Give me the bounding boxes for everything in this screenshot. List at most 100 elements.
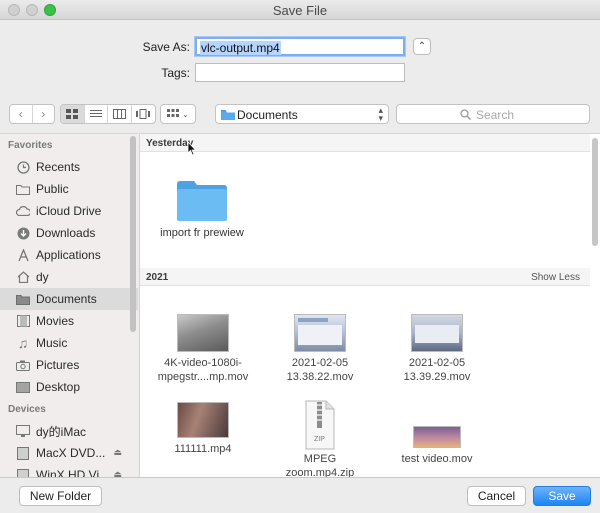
cloud-icon bbox=[16, 204, 30, 218]
sidebar-item-label: Movies bbox=[36, 314, 75, 328]
sidebar-item-imac[interactable]: dy的iMac bbox=[0, 420, 138, 442]
sidebar-item-public[interactable]: Public bbox=[0, 178, 138, 200]
arrange-button-content: ⌄ bbox=[161, 105, 195, 123]
applications-icon bbox=[16, 248, 30, 262]
toolbar: ‹ › ⌄ Documents ▴ ▾ Search bbox=[0, 104, 600, 126]
coverflow-icon bbox=[136, 109, 151, 119]
file-item[interactable]: ZIP MPEG zoom.mp4.zip bbox=[260, 400, 380, 477]
file-name: 4K-video-1080i- mpegstr....mp.mov bbox=[157, 357, 249, 383]
clock-icon bbox=[16, 160, 30, 174]
sidebar-item-label: Desktop bbox=[36, 380, 81, 394]
location-label: Documents bbox=[237, 108, 298, 122]
sidebar-item-label: Applications bbox=[36, 248, 101, 262]
updown-chevron-icon: ▴ ▾ bbox=[378, 105, 383, 123]
sidebar-item-label: Documents bbox=[36, 292, 97, 306]
sidebar-item-label: MacX DVD... bbox=[36, 446, 106, 460]
sidebar-item-downloads[interactable]: Downloads bbox=[0, 222, 138, 244]
chevron-right-icon: › bbox=[41, 107, 46, 121]
sidebar-item-macx-dvd[interactable]: MacX DVD... ⏏ bbox=[0, 442, 138, 464]
favorites-header: Favorites bbox=[8, 140, 53, 151]
view-mode-selector bbox=[60, 104, 156, 124]
tags-label: Tags: bbox=[161, 66, 190, 80]
icon-view-button[interactable] bbox=[61, 105, 85, 123]
search-icon bbox=[460, 109, 471, 120]
sidebar-item-desktop[interactable]: Desktop bbox=[0, 376, 138, 398]
location-popup[interactable]: Documents ▴ ▾ bbox=[215, 104, 389, 124]
file-item[interactable]: 111111.mp4 bbox=[143, 402, 263, 456]
save-button[interactable]: Save bbox=[533, 486, 591, 506]
save-as-field[interactable]: vlc-output.mp4 bbox=[195, 37, 405, 56]
sidebar-item-movies[interactable]: Movies bbox=[0, 310, 138, 332]
sidebar-item-applications[interactable]: Applications bbox=[0, 244, 138, 266]
sidebar-item-label: dy的iMac bbox=[36, 424, 87, 439]
save-as-value: vlc-output.mp4 bbox=[200, 41, 281, 55]
folder-icon bbox=[221, 110, 235, 120]
sidebar-item-label: Music bbox=[36, 336, 68, 350]
window-title: Save File bbox=[272, 3, 328, 18]
eject-icon[interactable]: ⏏ bbox=[113, 447, 122, 458]
collapse-button[interactable]: ⌃ bbox=[413, 38, 431, 55]
file-browser: Yesterday import fr prewiew 2021 Show Le… bbox=[139, 133, 600, 477]
search-field[interactable]: Search bbox=[396, 104, 590, 124]
forward-button[interactable]: › bbox=[33, 105, 55, 123]
file-name: test video.mov bbox=[401, 453, 473, 465]
folder-icon bbox=[177, 181, 227, 221]
sidebar-item-label: Pictures bbox=[36, 358, 80, 372]
file-name: 2021-02-05 13.38.22.mov bbox=[286, 357, 354, 383]
column-view-button[interactable] bbox=[108, 105, 132, 123]
cancel-button[interactable]: Cancel bbox=[467, 486, 526, 506]
new-folder-button[interactable]: New Folder bbox=[19, 486, 102, 506]
video-thumbnail bbox=[177, 314, 229, 352]
folder-icon bbox=[16, 182, 30, 196]
video-thumbnail bbox=[413, 426, 461, 448]
desktop-icon bbox=[16, 380, 30, 394]
list-view-button[interactable] bbox=[85, 105, 108, 123]
file-item[interactable]: 2021-02-05 13.38.22.mov bbox=[260, 314, 380, 384]
zip-badge: ZIP bbox=[314, 436, 325, 443]
devices-header: Devices bbox=[8, 404, 46, 415]
sidebar-item-music[interactable]: ♫ Music bbox=[0, 332, 138, 354]
back-button[interactable]: ‹ bbox=[10, 105, 33, 123]
nav-back-forward: ‹ › bbox=[9, 104, 55, 124]
section-title: 2021 bbox=[146, 272, 169, 283]
file-item[interactable]: test video.mov bbox=[377, 426, 497, 466]
download-icon bbox=[16, 226, 30, 240]
file-name: 111111.mp4 bbox=[174, 443, 232, 455]
sidebar-scrollbar[interactable] bbox=[130, 136, 136, 332]
columns-icon bbox=[112, 109, 126, 119]
section-header-yesterday: Yesterday bbox=[140, 134, 590, 152]
sidebar-item-icloud-drive[interactable]: iCloud Drive bbox=[0, 200, 138, 222]
computer-icon bbox=[16, 424, 30, 438]
search-placeholder: Search bbox=[476, 108, 515, 122]
file-name: 2021-02-05 13.39.29.mov bbox=[403, 357, 471, 383]
sidebar: Favorites Recents Public iCloud Drive Do… bbox=[0, 133, 138, 477]
home-icon bbox=[16, 270, 30, 284]
file-item[interactable]: 4K-video-1080i- mpegstr....mp.mov bbox=[143, 314, 263, 384]
coverflow-view-button[interactable] bbox=[132, 105, 155, 123]
tags-field[interactable] bbox=[195, 63, 405, 82]
dialog-footer: New Folder Cancel Save bbox=[0, 477, 600, 513]
sidebar-item-pictures[interactable]: Pictures bbox=[0, 354, 138, 376]
sidebar-item-dy[interactable]: dy bbox=[0, 266, 138, 288]
file-item[interactable]: 2021-02-05 13.39.29.mov bbox=[377, 314, 497, 384]
sidebar-item-recents[interactable]: Recents bbox=[0, 156, 138, 178]
documents-icon bbox=[16, 292, 30, 306]
grid-icon bbox=[66, 109, 79, 119]
sidebar-item-documents[interactable]: Documents bbox=[0, 288, 138, 310]
tags-row: Tags: bbox=[0, 63, 600, 85]
file-name: MPEG zoom.mp4.zip bbox=[285, 453, 355, 477]
mouse-cursor-icon bbox=[187, 141, 197, 156]
sidebar-item-label: WinX HD Vi... bbox=[36, 468, 110, 477]
sidebar-item-winx-hd[interactable]: WinX HD Vi... ⏏ bbox=[0, 464, 138, 477]
eject-icon[interactable]: ⏏ bbox=[113, 469, 122, 477]
arrange-grid-icon bbox=[167, 109, 180, 117]
chevron-down-icon: ⌄ bbox=[182, 109, 189, 119]
camera-icon bbox=[16, 358, 30, 372]
video-thumbnail bbox=[411, 314, 463, 352]
arrange-button[interactable]: ⌄ bbox=[160, 104, 196, 124]
content-scrollbar[interactable] bbox=[592, 138, 598, 246]
show-less-button[interactable]: Show Less bbox=[531, 272, 580, 283]
chevron-up-icon: ⌃ bbox=[417, 41, 427, 52]
folder-item[interactable]: import fr prewiew bbox=[142, 180, 262, 240]
list-icon bbox=[89, 110, 102, 117]
